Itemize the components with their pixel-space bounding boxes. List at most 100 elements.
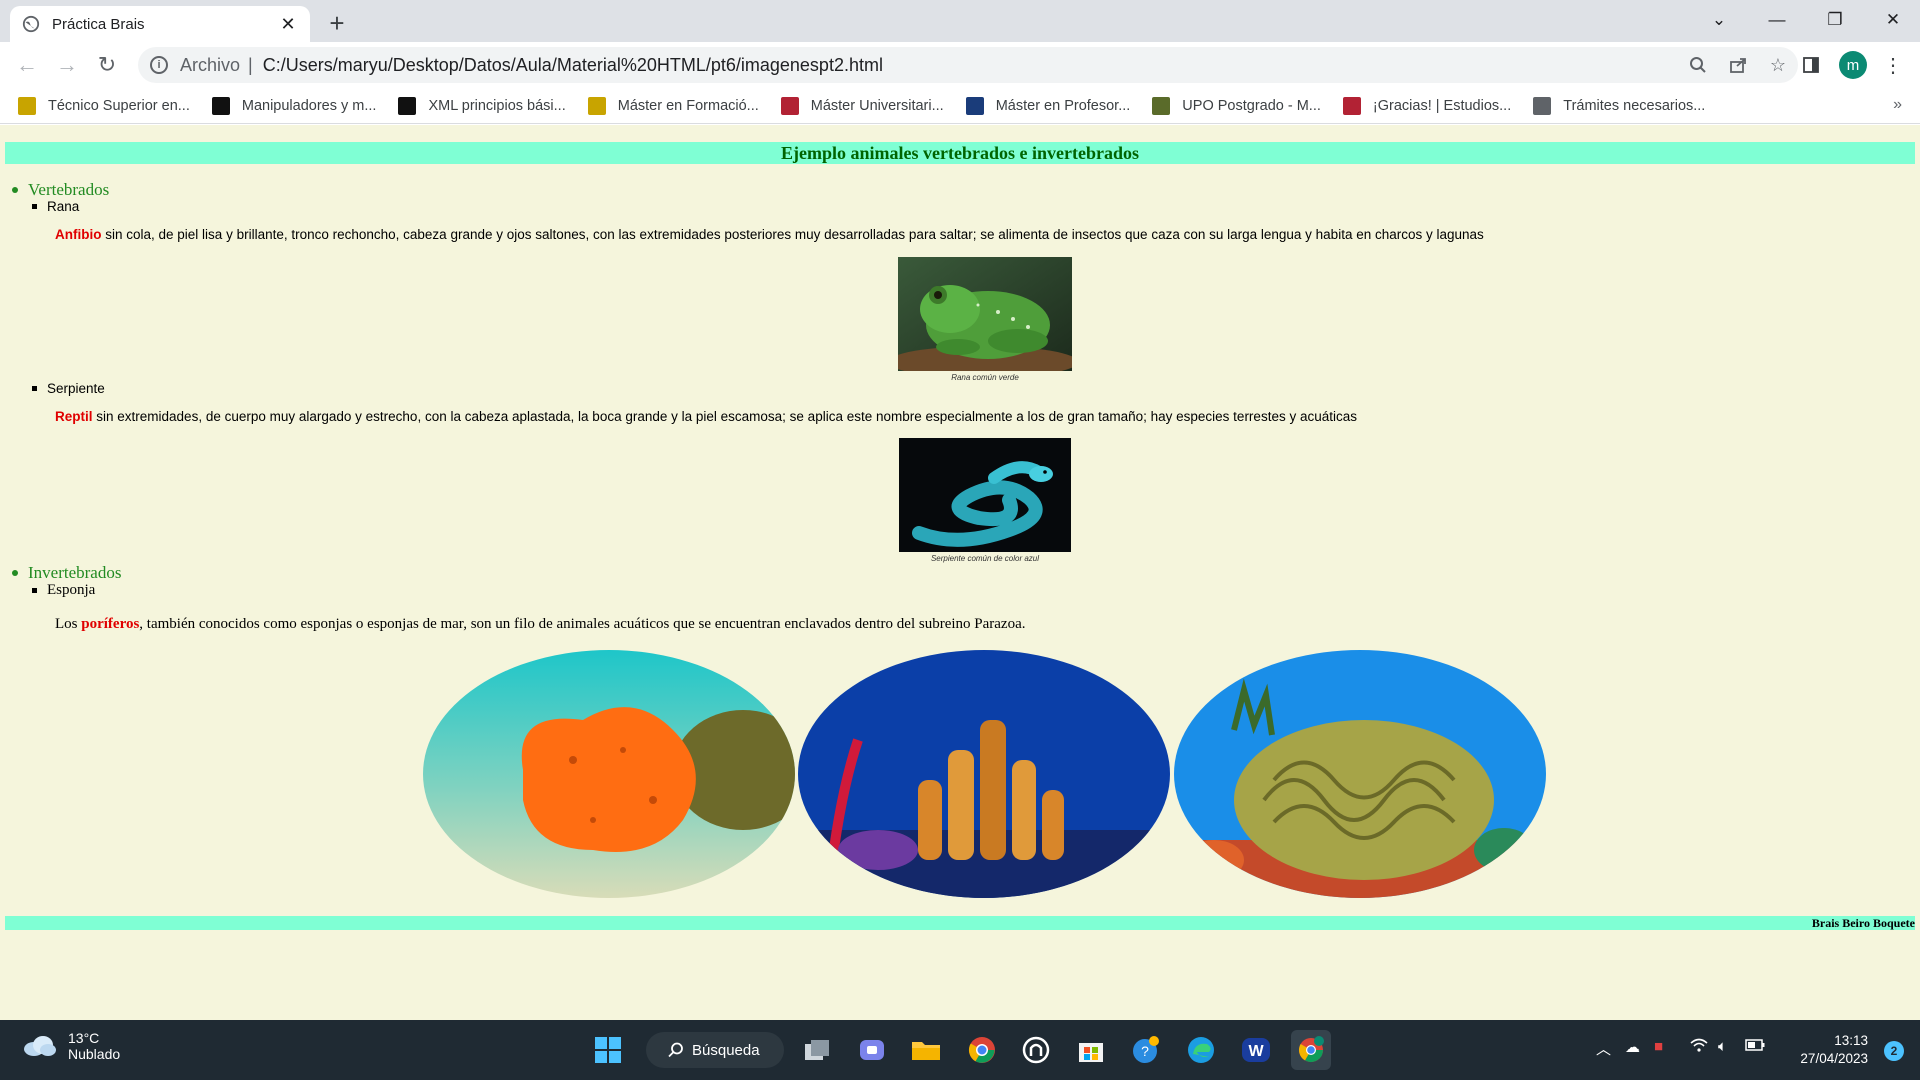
bullet-icon (12, 570, 18, 576)
uax-icon (965, 96, 984, 115)
address-url[interactable]: C:/Users/maryu/Desktop/Datos/Aula/Materi… (263, 55, 1678, 76)
antivirus-icon[interactable]: ■ (1654, 1038, 1663, 1055)
snake-image (899, 438, 1071, 552)
tab-active[interactable]: Práctica Brais ✕ (10, 6, 310, 42)
bookmark-item[interactable]: Trámites necesarios... (1533, 96, 1705, 115)
notification-badge[interactable]: 2 (1884, 1041, 1904, 1061)
search-icon (668, 1042, 683, 1058)
reload-button[interactable]: ↻ (92, 50, 122, 80)
minimize-button[interactable]: — (1748, 0, 1806, 40)
keyword-poriferos: poríferos (81, 616, 140, 632)
bookmark-label: Máster en Profesor... (995, 97, 1131, 114)
page-footer: Brais Beiro Boquete (5, 916, 1915, 930)
svg-text:W: W (1248, 1043, 1264, 1060)
ms-store-icon[interactable] (1071, 1030, 1111, 1070)
esponja-description: Los poríferos, también conocidos como es… (55, 616, 1026, 633)
weather-widget[interactable]: 13°C Nublado (22, 1030, 120, 1062)
weather-temp: 13°C (68, 1030, 100, 1046)
spain-crest-icon (18, 96, 36, 115)
bookmark-item[interactable]: Máster Universitari... (780, 96, 944, 115)
onedrive-icon[interactable]: ☁ (1625, 1038, 1640, 1056)
avatar: m (1839, 51, 1867, 79)
bookmark-item[interactable]: Máster en Profesor... (965, 96, 1131, 115)
list-item-esponja: Esponja (32, 582, 95, 599)
back-button[interactable]: ← (12, 50, 42, 80)
side-panel-icon[interactable] (1796, 50, 1826, 80)
cloud-icon (24, 1036, 56, 1056)
taskbar-search[interactable]: Búsqueda (646, 1032, 784, 1068)
profile-button[interactable]: m (1838, 50, 1868, 80)
chrome-icon[interactable] (962, 1030, 1002, 1070)
chrome-profile-icon[interactable] (1291, 1030, 1331, 1070)
bookmarks-bar: Técnico Superior en... Manipuladores y m.… (0, 88, 1920, 124)
globe-icon (1533, 96, 1552, 115)
page-title: Ejemplo animales vertebrados e invertebr… (5, 142, 1915, 164)
teams-chat-icon[interactable] (852, 1030, 892, 1070)
category-vertebrados: Vertebrados (12, 180, 109, 200)
sponge-image-tube (798, 650, 1170, 898)
weather-desc: Nublado (68, 1046, 121, 1062)
restore-button[interactable]: ❐ (1806, 0, 1864, 40)
info-icon[interactable]: i (150, 56, 168, 74)
edge-icon[interactable] (1181, 1030, 1221, 1070)
chevron-up-icon[interactable]: ︿ (1596, 1038, 1611, 1059)
tab-search-icon[interactable]: ⌄ (1690, 0, 1748, 40)
description-prefix: Los (55, 616, 82, 632)
forward-button[interactable]: → (52, 50, 82, 80)
image-caption: Serpiente común de color azul (930, 554, 1040, 563)
windows-taskbar: 13°C Nublado Búsqueda ? W ︿ ☁ ■ 🔈︎ 13:13… (0, 1020, 1920, 1080)
spain-crest-icon (587, 96, 606, 115)
keyword-reptil: Reptil (55, 409, 93, 424)
clock-date: 27/04/2023 (1800, 1051, 1868, 1066)
github-app-icon[interactable] (1016, 1030, 1056, 1070)
browser-toolbar: ← → ↻ i Archivo | C:/Users/maryu/Desktop… (0, 42, 1920, 88)
bookmark-star-icon[interactable]: ☆ (1758, 55, 1798, 76)
start-windows-icon[interactable] (588, 1030, 628, 1070)
menu-kebab-icon[interactable]: ⋮ (1878, 50, 1908, 80)
new-tab-button[interactable]: + (322, 8, 352, 38)
battery-icon[interactable] (1745, 1038, 1765, 1055)
bookmark-label: Máster Universitari... (810, 97, 944, 114)
bookmark-item[interactable]: UPO Postgrado - M... (1152, 96, 1321, 115)
wifi-icon[interactable] (1690, 1038, 1708, 1056)
zoom-icon[interactable] (1678, 56, 1718, 74)
category-title: Vertebrados (28, 180, 110, 199)
address-separator: | (248, 54, 253, 75)
address-bar[interactable]: i Archivo | C:/Users/maryu/Desktop/Datos… (138, 47, 1798, 83)
sponge-image-orange (423, 650, 795, 898)
upo-icon (1152, 96, 1171, 115)
frog-image (898, 257, 1072, 371)
bookmark-label: XML principios bási... (428, 97, 566, 114)
symfony-icon (398, 96, 417, 115)
keyword-anfibio: Anfibio (55, 227, 102, 242)
bookmark-item[interactable]: XML principios bási... (398, 96, 566, 115)
share-icon[interactable] (1718, 56, 1758, 74)
description-text: , también conocidos como esponjas o espo… (139, 616, 1026, 632)
tab-close-icon[interactable]: ✕ (278, 14, 298, 35)
file-explorer-icon[interactable] (906, 1030, 946, 1070)
bullet-square-icon (32, 588, 37, 593)
description-text: sin extremidades, de cuerpo muy alargado… (92, 409, 1357, 424)
bookmark-item[interactable]: Manipuladores y m... (211, 96, 377, 115)
university-icon (780, 96, 799, 115)
page-content: Ejemplo animales vertebrados e invertebr… (0, 125, 1920, 1020)
bookmark-item[interactable]: Técnico Superior en... (18, 96, 190, 115)
task-view-icon[interactable] (797, 1030, 837, 1070)
get-help-icon[interactable]: ? (1126, 1030, 1166, 1070)
bookmark-label: UPO Postgrado - M... (1182, 97, 1321, 114)
system-clock[interactable]: 13:13 27/04/2023 (1800, 1032, 1868, 1068)
bookmarks-overflow-button[interactable]: » (1893, 96, 1902, 114)
e-letter-icon (211, 96, 230, 115)
volume-icon[interactable]: 🔈︎ (1718, 1038, 1727, 1055)
svg-text:?: ? (1141, 1043, 1149, 1059)
webex-icon[interactable]: W (1236, 1030, 1276, 1070)
bookmark-item[interactable]: ¡Gracias! | Estudios... (1342, 96, 1511, 115)
tab-title: Práctica Brais (52, 15, 145, 33)
animal-name: Serpiente (47, 381, 105, 396)
bookmark-item[interactable]: Máster en Formació... (587, 96, 759, 115)
category-invertebrados: Invertebrados (12, 563, 121, 583)
animal-name: Rana (47, 199, 80, 214)
bookmark-label: Manipuladores y m... (241, 97, 377, 114)
category-title: Invertebrados (28, 563, 122, 582)
close-window-button[interactable]: ✕ (1864, 0, 1920, 40)
